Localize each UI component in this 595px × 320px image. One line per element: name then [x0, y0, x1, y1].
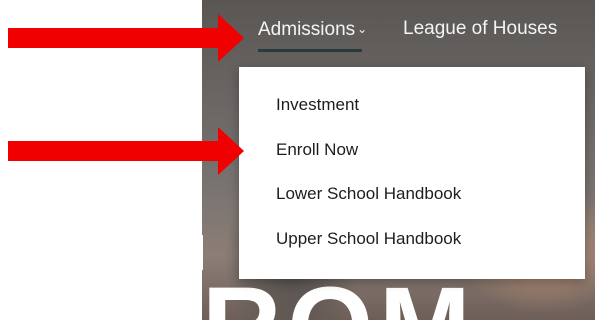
menu-item-lower-school-handbook[interactable]: Lower School Handbook — [276, 182, 461, 206]
nav-item-admissions[interactable]: Admissions ⌄ — [258, 14, 367, 44]
chevron-down-icon: ⌄ — [357, 22, 368, 36]
nav-item-league-of-houses[interactable]: League of Houses — [403, 14, 557, 44]
nav-item-admissions-label: Admissions — [258, 19, 356, 40]
nav-active-indicator — [258, 49, 362, 52]
annotation-arrow-enroll-now — [8, 126, 248, 176]
hero-heading-partial: ROM — [202, 272, 595, 320]
annotation-arrow-admissions — [8, 13, 248, 63]
page-background-strip — [175, 235, 203, 270]
menu-item-investment[interactable]: Investment — [276, 93, 359, 117]
admissions-dropdown-menu: Investment Enroll Now Lower School Handb… — [239, 67, 585, 279]
menu-item-upper-school-handbook[interactable]: Upper School Handbook — [276, 227, 461, 251]
menu-item-enroll-now[interactable]: Enroll Now — [276, 138, 358, 162]
